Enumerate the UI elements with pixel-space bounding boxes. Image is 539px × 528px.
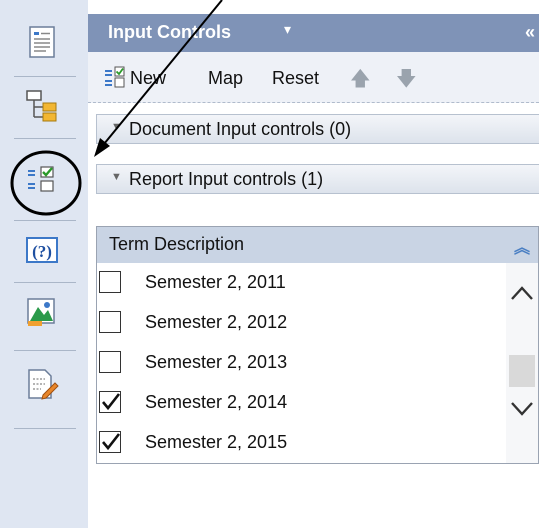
document-input-controls-section[interactable]: ▼ Document Input controls (0) xyxy=(96,114,539,144)
hierarchy-icon[interactable] xyxy=(20,84,64,128)
section-label: Document Input controls (0) xyxy=(129,119,352,139)
list-item-label: Semester 2, 2014 xyxy=(145,392,288,412)
toolbar-separator xyxy=(14,138,76,139)
document-structure-icon[interactable] xyxy=(20,20,64,64)
left-toolbar: (?) xyxy=(0,0,88,528)
scrollbar-thumb[interactable] xyxy=(509,355,535,387)
checkbox[interactable] xyxy=(99,351,121,373)
scroll-up-icon[interactable] xyxy=(510,285,534,306)
double-chevron-up-icon[interactable]: ︽ xyxy=(514,234,530,258)
list-item-label: Semester 2, 2015 xyxy=(145,432,288,452)
expand-triangle-icon[interactable]: ▼ xyxy=(111,121,122,133)
checkbox-checked[interactable] xyxy=(99,431,121,453)
scroll-down-icon[interactable] xyxy=(510,401,534,422)
move-down-icon[interactable]: 🡇 xyxy=(396,64,417,98)
list-scrollbar[interactable] xyxy=(506,263,538,463)
chevron-down-icon[interactable]: ▾ xyxy=(284,21,291,38)
chart-image-icon[interactable] xyxy=(20,290,64,334)
toolbar-separator xyxy=(14,220,76,221)
list-header: Term Description ︽ xyxy=(97,227,538,263)
list-item-label: Semester 2, 2013 xyxy=(145,352,288,372)
list-item[interactable]: Semester 2, 2011 xyxy=(97,263,507,303)
checkbox[interactable] xyxy=(99,311,121,333)
toolbar-separator xyxy=(14,76,76,77)
panel-header: Input Controls ▾ « xyxy=(88,14,539,52)
move-up-icon[interactable]: 🡅 xyxy=(350,64,371,98)
map-button[interactable]: Map xyxy=(208,68,243,89)
list-item[interactable]: Semester 2, 2013 xyxy=(97,343,507,383)
panel-title[interactable]: Input Controls xyxy=(108,22,231,43)
list-item-label: Semester 2, 2011 xyxy=(145,272,286,292)
reset-button[interactable]: Reset xyxy=(272,68,319,89)
toolbar-separator xyxy=(14,282,76,283)
new-button[interactable]: New xyxy=(130,68,166,89)
term-description-list: Term Description ︽ Semester 2, 2011 Seme… xyxy=(96,226,539,464)
help-icon[interactable]: (?) xyxy=(20,228,64,272)
checkbox-checked[interactable] xyxy=(99,391,121,413)
toolbar-separator xyxy=(14,350,76,351)
panel-toolbar: New Map Reset 🡅 🡇 xyxy=(88,52,539,103)
section-label: Report Input controls (1) xyxy=(129,169,324,189)
edit-document-icon[interactable] xyxy=(20,362,64,406)
report-input-controls-section[interactable]: ▼ Report Input controls (1) xyxy=(96,164,539,194)
list-item[interactable]: Semester 2, 2014 xyxy=(97,383,507,423)
new-input-control-icon[interactable] xyxy=(104,66,126,93)
input-controls-panel: Input Controls ▾ « New Map Reset 🡅 🡇 ▼ D… xyxy=(88,0,539,528)
svg-text:(?): (?) xyxy=(32,242,52,261)
list-item[interactable]: Semester 2, 2015 xyxy=(97,423,507,463)
checkbox[interactable] xyxy=(99,271,121,293)
collapse-panel-icon[interactable]: « xyxy=(525,22,535,43)
input-controls-icon[interactable] xyxy=(20,158,64,202)
list-item[interactable]: Semester 2, 2012 xyxy=(97,303,507,343)
expand-triangle-icon[interactable]: ▼ xyxy=(111,171,122,183)
list-item-label: Semester 2, 2012 xyxy=(145,312,288,332)
toolbar-separator xyxy=(14,428,76,429)
list-header-label: Term Description xyxy=(109,234,245,254)
